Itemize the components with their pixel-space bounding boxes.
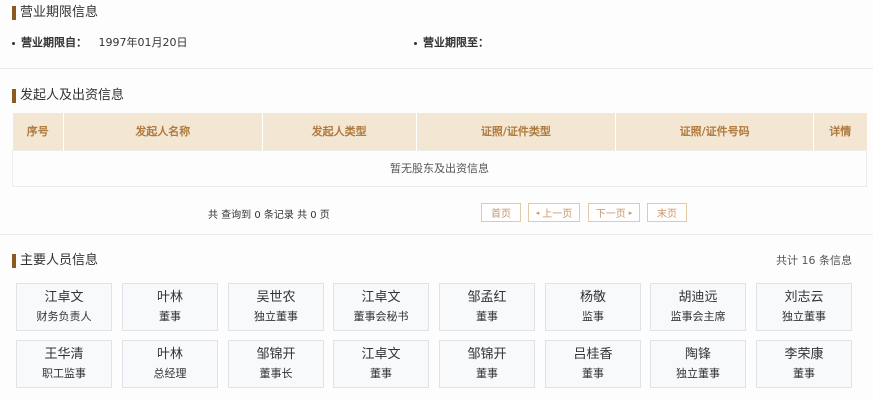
person-card[interactable]: 吕桂香 董事: [545, 340, 641, 388]
bullet-icon: [414, 41, 417, 45]
person-card[interactable]: 江卓文 董事: [333, 340, 429, 388]
col-header-details: 详情: [813, 113, 867, 150]
person-card[interactable]: 江卓文 财务负责人: [16, 283, 112, 331]
person-role: 职工监事: [42, 367, 86, 380]
person-card[interactable]: 邹锦开 董事: [439, 340, 535, 388]
chevron-right-icon: ▸: [628, 208, 633, 217]
person-role: 独立董事: [782, 310, 826, 323]
person-name: 吴世农: [256, 290, 296, 305]
person-name: 叶林: [156, 290, 183, 305]
term-to-row: 营业期限至：: [414, 34, 489, 50]
person-role: 董事会秘书: [353, 310, 409, 323]
prev-page-label: 上一页: [542, 209, 573, 220]
empty-message: 暂无股东及出资信息: [12, 149, 867, 187]
person-name: 吕桂香: [573, 347, 613, 362]
person-card[interactable]: 陶锋 独立董事: [650, 340, 746, 388]
person-role: 董事: [159, 310, 181, 323]
person-name: 邹孟红: [467, 290, 507, 305]
person-card[interactable]: 吴世农 独立董事: [228, 283, 324, 331]
person-name: 李荣康: [784, 347, 824, 362]
pager-info: 共 查询到 0 条记录 共 0 页: [208, 210, 330, 221]
col-header-type: 发起人类型: [262, 113, 417, 150]
person-role: 独立董事: [254, 310, 298, 323]
personnel-title: 主要人员信息: [12, 253, 98, 269]
person-card[interactable]: 江卓文 董事会秘书: [333, 283, 429, 331]
person-name: 叶林: [156, 347, 183, 362]
person-role: 董事: [476, 367, 498, 380]
term-from-row: 营业期限自： 1997年01月20日: [12, 34, 188, 50]
table-row: 暂无股东及出资信息: [12, 149, 867, 187]
term-from-label: 营业期限自：: [21, 36, 87, 49]
person-card[interactable]: 杨敬 监事: [545, 283, 641, 331]
next-page-button[interactable]: 下一页 ▸: [588, 203, 640, 222]
person-card[interactable]: 胡迪远 监事会主席: [650, 283, 746, 331]
personnel-count: 共计 16 条信息: [776, 254, 852, 267]
person-card[interactable]: 刘志云 独立董事: [756, 283, 852, 331]
person-role: 董事: [476, 310, 498, 323]
person-card[interactable]: 李荣康 董事: [756, 340, 852, 388]
investors-title: 发起人及出资信息: [12, 88, 124, 104]
person-role: 董事长: [259, 367, 293, 380]
person-role: 财务负责人: [36, 310, 92, 323]
next-page-label: 下一页: [595, 209, 626, 220]
person-role: 董事: [582, 367, 604, 380]
person-card[interactable]: 叶林 总经理: [122, 340, 218, 388]
person-name: 江卓文: [44, 290, 84, 305]
person-name: 江卓文: [361, 290, 401, 305]
person-name: 邹锦开: [256, 347, 296, 362]
person-card[interactable]: 叶林 董事: [122, 283, 218, 331]
person-name: 杨敬: [579, 290, 606, 305]
person-role: 总经理: [153, 367, 187, 380]
term-from-value: 1997年01月20日: [98, 36, 188, 49]
person-name: 刘志云: [784, 290, 824, 305]
person-card[interactable]: 邹孟红 董事: [439, 283, 535, 331]
bullet-icon: [12, 41, 15, 45]
investors-table: 序号 发起人名称 发起人类型 证照/证件类型 证照/证件号码 详情 暂无股东及出…: [12, 113, 867, 187]
col-header-cert-type: 证照/证件类型: [416, 113, 617, 150]
term-to-label: 营业期限至：: [423, 36, 489, 49]
prev-page-button[interactable]: ◂ 上一页: [528, 203, 580, 222]
person-role: 董事: [370, 367, 392, 380]
business-term-title: 营业期限信息: [12, 5, 98, 21]
divider: [0, 234, 873, 235]
last-page-button[interactable]: 末页: [647, 203, 687, 222]
person-role: 监事会主席: [670, 310, 726, 323]
person-role: 董事: [793, 367, 815, 380]
person-name: 胡迪远: [678, 290, 718, 305]
col-header-cert-number: 证照/证件号码: [615, 113, 814, 150]
person-card[interactable]: 王华清 职工监事: [16, 340, 112, 388]
person-name: 王华清: [44, 347, 84, 362]
divider: [0, 68, 873, 69]
person-name: 江卓文: [361, 347, 401, 362]
person-name: 陶锋: [684, 347, 711, 362]
person-card[interactable]: 邹锦开 董事长: [228, 340, 324, 388]
col-header-name: 发起人名称: [63, 113, 263, 150]
first-page-button[interactable]: 首页: [481, 203, 521, 222]
person-name: 邹锦开: [467, 347, 507, 362]
person-role: 监事: [582, 310, 604, 323]
col-header-index: 序号: [12, 113, 64, 150]
table-header-row: 序号 发起人名称 发起人类型 证照/证件类型 证照/证件号码 详情: [12, 113, 867, 150]
person-role: 独立董事: [676, 367, 720, 380]
chevron-left-icon: ◂: [535, 208, 540, 217]
